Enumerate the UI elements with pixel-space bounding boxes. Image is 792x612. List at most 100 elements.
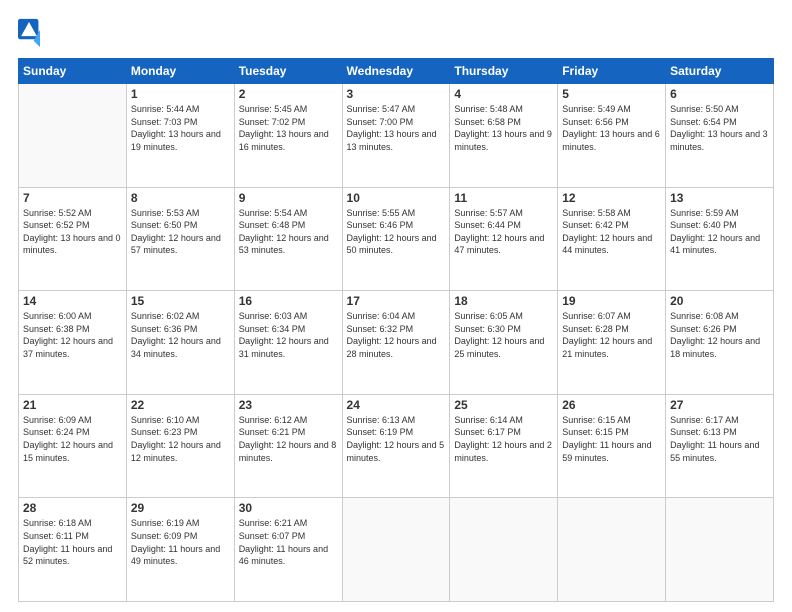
- day-number: 29: [131, 501, 230, 515]
- weekday-header-saturday: Saturday: [666, 59, 774, 84]
- calendar-cell: 22 Sunrise: 6:10 AMSunset: 6:23 PMDaylig…: [126, 394, 234, 498]
- day-info: Sunrise: 5:50 AMSunset: 6:54 PMDaylight:…: [670, 103, 769, 153]
- calendar-week-2: 7 Sunrise: 5:52 AMSunset: 6:52 PMDayligh…: [19, 187, 774, 291]
- calendar-cell: 3 Sunrise: 5:47 AMSunset: 7:00 PMDayligh…: [342, 84, 450, 188]
- day-number: 24: [347, 398, 446, 412]
- calendar-cell: 23 Sunrise: 6:12 AMSunset: 6:21 PMDaylig…: [234, 394, 342, 498]
- calendar-cell: 15 Sunrise: 6:02 AMSunset: 6:36 PMDaylig…: [126, 291, 234, 395]
- day-info: Sunrise: 5:48 AMSunset: 6:58 PMDaylight:…: [454, 103, 553, 153]
- weekday-header-thursday: Thursday: [450, 59, 558, 84]
- day-info: Sunrise: 6:09 AMSunset: 6:24 PMDaylight:…: [23, 414, 122, 464]
- day-info: Sunrise: 5:47 AMSunset: 7:00 PMDaylight:…: [347, 103, 446, 153]
- day-info: Sunrise: 5:54 AMSunset: 6:48 PMDaylight:…: [239, 207, 338, 257]
- page: SundayMondayTuesdayWednesdayThursdayFrid…: [0, 0, 792, 612]
- day-number: 17: [347, 294, 446, 308]
- day-number: 9: [239, 191, 338, 205]
- day-number: 25: [454, 398, 553, 412]
- day-number: 14: [23, 294, 122, 308]
- day-info: Sunrise: 5:53 AMSunset: 6:50 PMDaylight:…: [131, 207, 230, 257]
- day-number: 26: [562, 398, 661, 412]
- calendar-cell: 24 Sunrise: 6:13 AMSunset: 6:19 PMDaylig…: [342, 394, 450, 498]
- day-number: 12: [562, 191, 661, 205]
- calendar-cell: 20 Sunrise: 6:08 AMSunset: 6:26 PMDaylig…: [666, 291, 774, 395]
- calendar-cell: 11 Sunrise: 5:57 AMSunset: 6:44 PMDaylig…: [450, 187, 558, 291]
- calendar-cell: 5 Sunrise: 5:49 AMSunset: 6:56 PMDayligh…: [558, 84, 666, 188]
- calendar-cell: 25 Sunrise: 6:14 AMSunset: 6:17 PMDaylig…: [450, 394, 558, 498]
- day-number: 5: [562, 87, 661, 101]
- calendar-week-4: 21 Sunrise: 6:09 AMSunset: 6:24 PMDaylig…: [19, 394, 774, 498]
- day-number: 2: [239, 87, 338, 101]
- day-info: Sunrise: 5:59 AMSunset: 6:40 PMDaylight:…: [670, 207, 769, 257]
- day-info: Sunrise: 6:15 AMSunset: 6:15 PMDaylight:…: [562, 414, 661, 464]
- calendar-cell: 6 Sunrise: 5:50 AMSunset: 6:54 PMDayligh…: [666, 84, 774, 188]
- day-info: Sunrise: 6:03 AMSunset: 6:34 PMDaylight:…: [239, 310, 338, 360]
- day-info: Sunrise: 6:04 AMSunset: 6:32 PMDaylight:…: [347, 310, 446, 360]
- calendar-cell: 1 Sunrise: 5:44 AMSunset: 7:03 PMDayligh…: [126, 84, 234, 188]
- weekday-header-friday: Friday: [558, 59, 666, 84]
- day-number: 21: [23, 398, 122, 412]
- calendar-cell: 14 Sunrise: 6:00 AMSunset: 6:38 PMDaylig…: [19, 291, 127, 395]
- weekday-header-tuesday: Tuesday: [234, 59, 342, 84]
- calendar-cell: 17 Sunrise: 6:04 AMSunset: 6:32 PMDaylig…: [342, 291, 450, 395]
- calendar-cell: 16 Sunrise: 6:03 AMSunset: 6:34 PMDaylig…: [234, 291, 342, 395]
- day-number: 28: [23, 501, 122, 515]
- day-number: 16: [239, 294, 338, 308]
- calendar-cell: 10 Sunrise: 5:55 AMSunset: 6:46 PMDaylig…: [342, 187, 450, 291]
- day-number: 8: [131, 191, 230, 205]
- day-info: Sunrise: 6:19 AMSunset: 6:09 PMDaylight:…: [131, 517, 230, 567]
- calendar-week-1: 1 Sunrise: 5:44 AMSunset: 7:03 PMDayligh…: [19, 84, 774, 188]
- logo: [18, 18, 44, 48]
- day-number: 18: [454, 294, 553, 308]
- day-number: 27: [670, 398, 769, 412]
- day-info: Sunrise: 6:05 AMSunset: 6:30 PMDaylight:…: [454, 310, 553, 360]
- day-info: Sunrise: 6:10 AMSunset: 6:23 PMDaylight:…: [131, 414, 230, 464]
- day-number: 4: [454, 87, 553, 101]
- day-info: Sunrise: 6:13 AMSunset: 6:19 PMDaylight:…: [347, 414, 446, 464]
- calendar-cell: 30 Sunrise: 6:21 AMSunset: 6:07 PMDaylig…: [234, 498, 342, 602]
- day-info: Sunrise: 5:57 AMSunset: 6:44 PMDaylight:…: [454, 207, 553, 257]
- calendar-cell: 18 Sunrise: 6:05 AMSunset: 6:30 PMDaylig…: [450, 291, 558, 395]
- calendar-cell: 29 Sunrise: 6:19 AMSunset: 6:09 PMDaylig…: [126, 498, 234, 602]
- day-info: Sunrise: 6:21 AMSunset: 6:07 PMDaylight:…: [239, 517, 338, 567]
- calendar-cell: 9 Sunrise: 5:54 AMSunset: 6:48 PMDayligh…: [234, 187, 342, 291]
- calendar-cell: [342, 498, 450, 602]
- calendar-cell: 13 Sunrise: 5:59 AMSunset: 6:40 PMDaylig…: [666, 187, 774, 291]
- calendar-cell: 27 Sunrise: 6:17 AMSunset: 6:13 PMDaylig…: [666, 394, 774, 498]
- calendar-week-5: 28 Sunrise: 6:18 AMSunset: 6:11 PMDaylig…: [19, 498, 774, 602]
- day-info: Sunrise: 6:12 AMSunset: 6:21 PMDaylight:…: [239, 414, 338, 464]
- day-number: 7: [23, 191, 122, 205]
- day-number: 13: [670, 191, 769, 205]
- day-number: 6: [670, 87, 769, 101]
- day-info: Sunrise: 6:02 AMSunset: 6:36 PMDaylight:…: [131, 310, 230, 360]
- calendar-cell: 28 Sunrise: 6:18 AMSunset: 6:11 PMDaylig…: [19, 498, 127, 602]
- day-info: Sunrise: 5:44 AMSunset: 7:03 PMDaylight:…: [131, 103, 230, 153]
- calendar-cell: [19, 84, 127, 188]
- calendar-cell: 7 Sunrise: 5:52 AMSunset: 6:52 PMDayligh…: [19, 187, 127, 291]
- day-number: 22: [131, 398, 230, 412]
- day-number: 3: [347, 87, 446, 101]
- calendar-week-3: 14 Sunrise: 6:00 AMSunset: 6:38 PMDaylig…: [19, 291, 774, 395]
- day-info: Sunrise: 5:45 AMSunset: 7:02 PMDaylight:…: [239, 103, 338, 153]
- day-info: Sunrise: 6:00 AMSunset: 6:38 PMDaylight:…: [23, 310, 122, 360]
- day-number: 20: [670, 294, 769, 308]
- calendar-cell: 26 Sunrise: 6:15 AMSunset: 6:15 PMDaylig…: [558, 394, 666, 498]
- weekday-header-monday: Monday: [126, 59, 234, 84]
- day-info: Sunrise: 6:17 AMSunset: 6:13 PMDaylight:…: [670, 414, 769, 464]
- weekday-header-row: SundayMondayTuesdayWednesdayThursdayFrid…: [19, 59, 774, 84]
- day-number: 1: [131, 87, 230, 101]
- day-info: Sunrise: 6:08 AMSunset: 6:26 PMDaylight:…: [670, 310, 769, 360]
- day-number: 11: [454, 191, 553, 205]
- day-number: 19: [562, 294, 661, 308]
- calendar-table: SundayMondayTuesdayWednesdayThursdayFrid…: [18, 58, 774, 602]
- calendar-cell: 19 Sunrise: 6:07 AMSunset: 6:28 PMDaylig…: [558, 291, 666, 395]
- day-number: 15: [131, 294, 230, 308]
- day-number: 10: [347, 191, 446, 205]
- calendar-cell: 8 Sunrise: 5:53 AMSunset: 6:50 PMDayligh…: [126, 187, 234, 291]
- calendar-cell: [450, 498, 558, 602]
- calendar-cell: [666, 498, 774, 602]
- logo-icon: [18, 18, 40, 48]
- header: [18, 18, 774, 48]
- weekday-header-wednesday: Wednesday: [342, 59, 450, 84]
- day-number: 30: [239, 501, 338, 515]
- calendar-cell: 2 Sunrise: 5:45 AMSunset: 7:02 PMDayligh…: [234, 84, 342, 188]
